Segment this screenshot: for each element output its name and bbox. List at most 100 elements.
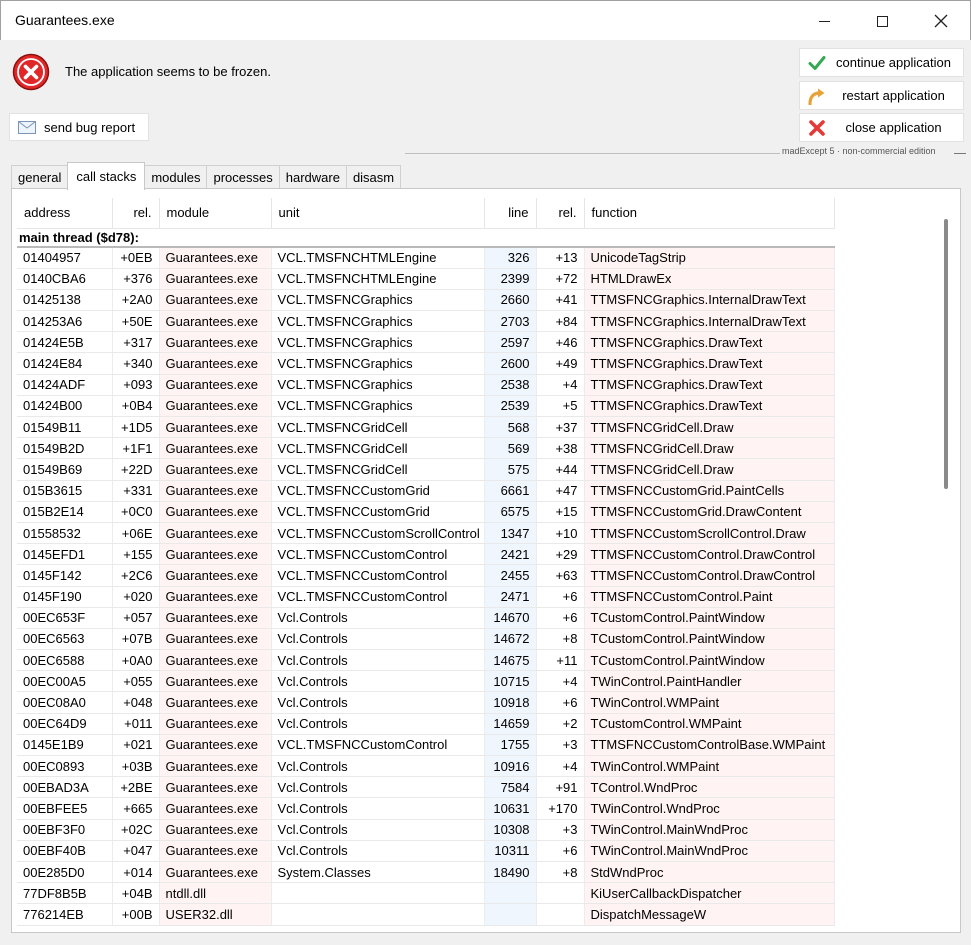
table-row[interactable]: 014253A6 +50E Guarantees.exe VCL.TMSFNCGrap… [17, 310, 835, 333]
edition-label: madExcept 5 · non-commercial edition [782, 146, 936, 156]
table-row[interactable]: 015B3615 +331 Guarantees.exe VCL.TMSFNCCust… [17, 480, 835, 502]
error-icon [12, 53, 50, 91]
table-row[interactable]: 01549B11 +1D5 Guarantees.exe VCL.TMSFNCGrid… [17, 416, 835, 439]
cell-address: 00E285D0 [17, 861, 113, 884]
table-row[interactable]: 01424E5B +317 Guarantees.exe VCL.TMSFNCGrap… [17, 331, 835, 354]
table-row[interactable]: 0145F142 +2C6 Guarantees.exe VCL.TMSFNCCust… [17, 564, 835, 587]
cell-rel: +0C0 [112, 501, 160, 523]
tab-hardware[interactable]: hardware [278, 165, 347, 189]
table-row[interactable]: 00EC00A5 +055 Guarantees.exe Vcl.Controls 10… [17, 670, 835, 693]
column-header-line[interactable]: line [484, 198, 537, 229]
minimize-button[interactable] [801, 1, 847, 41]
maximize-button[interactable] [859, 1, 905, 41]
cell-unit: VCL.TMSFNCGraphics [271, 331, 485, 354]
tab-modules[interactable]: modules [144, 165, 208, 189]
column-header-rel[interactable]: rel. [112, 198, 160, 229]
column-header-line-rel[interactable]: rel. [536, 198, 585, 229]
cell-module: Guarantees.exe [159, 734, 272, 757]
tab-processes[interactable]: processes [206, 165, 280, 189]
column-header-unit[interactable]: unit [271, 198, 485, 229]
cell-line: 10918 [484, 691, 537, 714]
table-row[interactable]: 0145EFD1 +155 Guarantees.exe VCL.TMSFNCCust… [17, 543, 835, 566]
table-row[interactable]: 01424ADF +093 Guarantees.exe VCL.TMSFNCGrap… [17, 374, 835, 396]
continue-application-button[interactable]: continue application [799, 48, 964, 77]
close-window-button[interactable] [918, 1, 964, 41]
cell-address: 015B3615 [17, 480, 113, 502]
cell-rel: +0B4 [112, 395, 160, 418]
cell-rel: +03B [112, 755, 160, 778]
table-row[interactable]: 00EC0893 +03B Guarantees.exe Vcl.Controls 10… [17, 755, 835, 778]
table-row[interactable]: 00EBAD3A +2BE Guarantees.exe Vcl.Controls 75… [17, 776, 835, 799]
window-title: Guarantees.exe [15, 12, 115, 28]
maximize-icon [876, 15, 888, 27]
table-row[interactable]: 01549B69 +22D Guarantees.exe VCL.TMSFNCGrid… [17, 458, 835, 481]
cell-line: 10311 [484, 840, 537, 862]
table-row[interactable]: 01425138 +2A0 Guarantees.exe VCL.TMSFNCGrap… [17, 289, 835, 312]
column-header-address[interactable]: address [17, 198, 113, 229]
cell-unit: Vcl.Controls [271, 691, 485, 714]
cell-address: 01558532 [17, 522, 113, 545]
table-row[interactable]: 00E285D0 +014 Guarantees.exe System.Classes… [17, 861, 835, 884]
tab-disasm[interactable]: disasm [345, 165, 402, 189]
cell-unit: VCL.TMSFNCCustomControl [271, 543, 485, 566]
tab-call-stacks[interactable]: call stacks [67, 162, 146, 190]
cell-line-rel: +4 [536, 755, 585, 778]
cell-module: Guarantees.exe [159, 819, 272, 841]
table-row[interactable]: 0145F190 +020 Guarantees.exe VCL.TMSFNCCust… [17, 586, 835, 608]
cell-line-rel: +84 [536, 310, 585, 333]
scrollbar-thumb[interactable] [944, 219, 948, 489]
cell-unit: VCL.TMSFNCCustomScrollControl [271, 522, 485, 545]
send-bug-report-button[interactable]: send bug report [9, 113, 149, 141]
cell-line-rel: +170 [536, 797, 585, 820]
cell-module: Guarantees.exe [159, 649, 272, 672]
table-row[interactable]: 01404957 +0EB Guarantees.exe VCL.TMSFNCHTML… [17, 247, 835, 269]
table-row[interactable]: 01424E84 +340 Guarantees.exe VCL.TMSFNCGrap… [17, 352, 835, 375]
table-row[interactable]: 01549B2D +1F1 Guarantees.exe VCL.TMSFNCGrid… [17, 437, 835, 460]
table-row[interactable]: 776214EB +00B USER32.dll DispatchMessageW [17, 903, 835, 926]
table-row[interactable]: 00EC08A0 +048 Guarantees.exe Vcl.Controls 10… [17, 691, 835, 714]
table-row[interactable]: 01424B00 +0B4 Guarantees.exe VCL.TMSFNCGrap… [17, 395, 835, 418]
cell-line: 10715 [484, 670, 537, 693]
cell-line: 326 [484, 247, 537, 269]
cell-module: Guarantees.exe [159, 247, 272, 269]
cell-line-rel [536, 903, 585, 926]
cell-address: 77DF8B5B [17, 882, 113, 905]
cell-function: TTMSFNCCustomControl.Paint [584, 586, 835, 608]
cell-address: 0145E1B9 [17, 734, 113, 757]
cell-line: 14670 [484, 607, 537, 629]
cell-line: 2597 [484, 331, 537, 354]
table-row[interactable]: 00EC6563 +07B Guarantees.exe Vcl.Controls 14… [17, 628, 835, 651]
table-row[interactable]: 0140CBA6 +376 Guarantees.exe VCL.TMSFNCHTML… [17, 268, 835, 290]
restart-application-label: restart application [842, 88, 945, 103]
cell-line: 7584 [484, 776, 537, 799]
cell-line: 2455 [484, 564, 537, 587]
table-row[interactable]: 01558532 +06E Guarantees.exe VCL.TMSFNCCust… [17, 522, 835, 545]
cell-line: 1755 [484, 734, 537, 757]
cell-address: 00EC64D9 [17, 713, 113, 735]
cell-line: 10631 [484, 797, 537, 820]
table-row[interactable]: 00EBF3F0 +02C Guarantees.exe Vcl.Controls 10… [17, 819, 835, 841]
cell-module: Guarantees.exe [159, 268, 272, 290]
table-row[interactable]: 0145E1B9 +021 Guarantees.exe VCL.TMSFNCCust… [17, 734, 835, 757]
table-row[interactable]: 00EC653F +057 Guarantees.exe Vcl.Controls 14… [17, 607, 835, 629]
column-header-module[interactable]: module [159, 198, 272, 229]
table-row[interactable]: 00EC6588 +0A0 Guarantees.exe Vcl.Controls 14… [17, 649, 835, 672]
cell-unit: VCL.TMSFNCGridCell [271, 416, 485, 439]
close-application-button[interactable]: close application [799, 113, 964, 142]
title-bar: Guarantees.exe [0, 0, 971, 40]
cell-function: TWinControl.WMPaint [584, 755, 835, 778]
table-row[interactable]: 77DF8B5B +04B ntdll.dll KiUserCallbackDispa… [17, 882, 835, 905]
tab-general[interactable]: general [11, 165, 69, 189]
table-row[interactable]: 00EBFEE5 +665 Guarantees.exe Vcl.Controls 10… [17, 797, 835, 820]
table-row[interactable]: 015B2E14 +0C0 Guarantees.exe VCL.TMSFNCCust… [17, 501, 835, 523]
table-row[interactable]: 00EC64D9 +011 Guarantees.exe Vcl.Controls 14… [17, 713, 835, 735]
table-row[interactable]: 00EBF40B +047 Guarantees.exe Vcl.Controls 10… [17, 840, 835, 862]
cell-line: 2421 [484, 543, 537, 566]
cell-module: USER32.dll [159, 903, 272, 926]
cell-line-rel: +49 [536, 352, 585, 375]
restart-application-button[interactable]: restart application [799, 81, 964, 110]
cell-rel: +04B [112, 882, 160, 905]
column-header-function[interactable]: function [584, 198, 835, 229]
thread-header-row[interactable]: main thread ($d78): [17, 228, 834, 248]
cell-module: Guarantees.exe [159, 522, 272, 545]
